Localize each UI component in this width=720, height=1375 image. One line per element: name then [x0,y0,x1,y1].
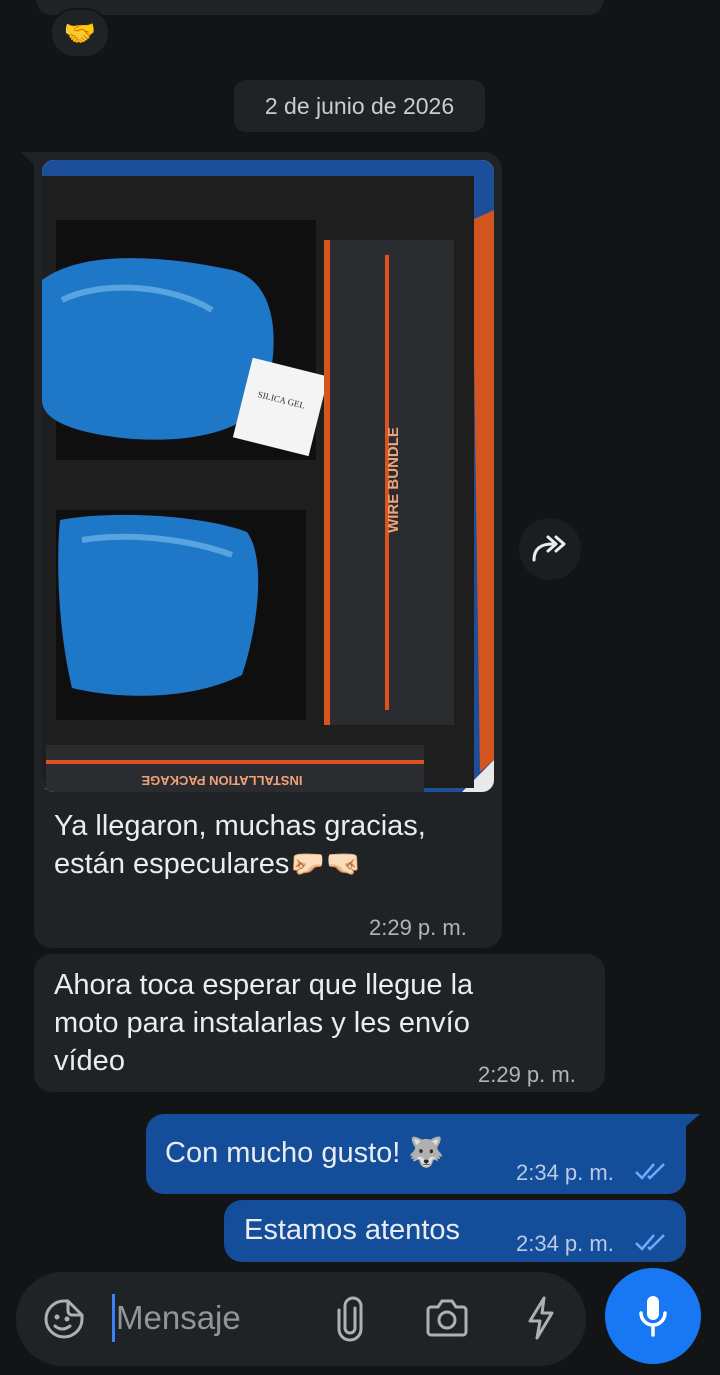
message-text-line: Ya llegaron, muchas gracias, [54,810,426,842]
message-text: Ahora toca esperar que llegue la moto pa… [54,966,473,1080]
forward-button[interactable] [519,518,581,580]
forward-icon [532,535,566,562]
message-time: 2:34 p. m. [516,1231,614,1256]
message-text: Ya llegaron, muchas gracias, están espec… [54,807,426,883]
product-box-illustration: SILICA GEL WIRE BUNDLE INSTALLATION PACK… [42,160,494,792]
mic-icon [639,1296,667,1337]
message-photo[interactable]: SILICA GEL WIRE BUNDLE INSTALLATION PACK… [42,160,494,792]
wire-bundle-label: WIRE BUNDLE [385,427,402,533]
installation-package-label: INSTALLATION PACKAGE [141,773,302,788]
double-check-icon [635,1163,665,1180]
previous-message-bubble[interactable] [36,0,604,15]
camera-icon[interactable] [424,1298,470,1338]
message-text: Con mucho gusto! 🐺 [165,1137,445,1169]
message-time: 2:29 p. m. [369,915,467,940]
message-composer[interactable] [16,1272,586,1366]
reaction-badge[interactable]: 🤝 [50,8,110,58]
message-text-line: están especulares🤛🏻🤜🏻 [54,848,362,880]
message-time: 2:29 p. m. [478,1062,576,1087]
text-caret [112,1294,115,1342]
flash-icon[interactable] [526,1296,556,1340]
attach-icon[interactable] [333,1296,367,1342]
message-text-line: moto para instalarlas y les envío [54,1007,470,1039]
voice-record-button[interactable] [605,1268,701,1364]
date-separator: 2 de junio de 2026 [234,80,485,132]
message-input[interactable]: Mensaje [116,1299,241,1337]
message-text-line: Ahora toca esperar que llegue la [54,969,474,1001]
double-check-icon [635,1234,665,1251]
message-text: Estamos atentos [244,1214,460,1246]
date-separator-label: 2 de junio de 2026 [264,92,455,119]
handshake-emoji: 🤝 [63,17,97,48]
message-text-line: vídeo [54,1045,125,1077]
bubble-tail [684,1114,700,1128]
message-time: 2:34 p. m. [516,1160,614,1185]
sticker-icon[interactable] [42,1297,86,1341]
